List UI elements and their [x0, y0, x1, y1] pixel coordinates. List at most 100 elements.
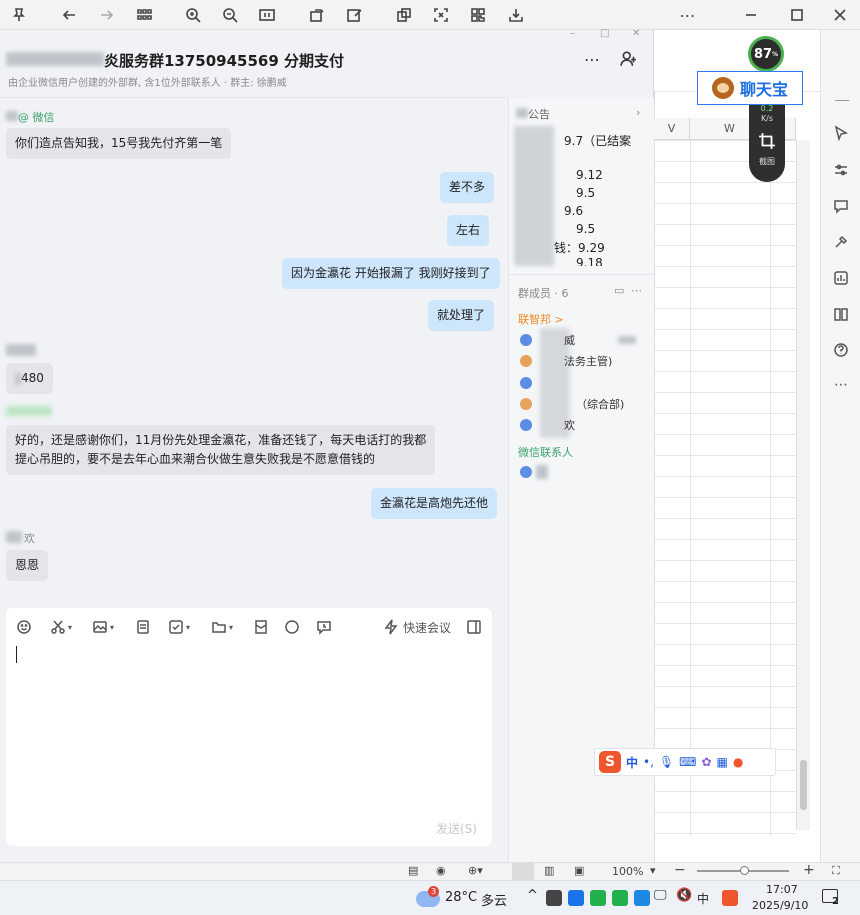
sogou-tray-icon[interactable]: [722, 890, 738, 906]
window-minimize-icon[interactable]: –: [570, 28, 575, 39]
member-item[interactable]: （综合部): [520, 395, 624, 413]
grid-icon[interactable]: [133, 4, 155, 26]
close-icon[interactable]: [829, 4, 851, 26]
window-close-icon[interactable]: ✕: [632, 28, 640, 39]
actual-size-icon[interactable]: [256, 4, 278, 26]
member-item[interactable]: 欢: [520, 416, 575, 434]
performance-ring[interactable]: 87%: [748, 36, 784, 72]
cursor-icon[interactable]: [831, 123, 851, 143]
download-icon[interactable]: [505, 4, 527, 26]
weather-text[interactable]: 多云: [481, 890, 507, 909]
collapse-icon[interactable]: [835, 100, 849, 101]
message-bubble[interactable]: 恩恩: [6, 550, 49, 581]
mascot-icon[interactable]: ●: [733, 755, 743, 769]
more-icon[interactable]: ⋯: [677, 4, 699, 26]
zoom-level[interactable]: 100%: [612, 865, 643, 878]
members-more-icon[interactable]: ⋯: [631, 284, 642, 297]
tray-app-icon[interactable]: [546, 890, 562, 906]
member-item[interactable]: [520, 374, 564, 392]
wechat-icon[interactable]: [612, 890, 628, 906]
zoom-slider-thumb[interactable]: [740, 866, 749, 875]
forward-icon[interactable]: [96, 4, 118, 26]
minimize-icon[interactable]: [740, 4, 762, 26]
member-item[interactable]: 威: [520, 331, 575, 349]
zoom-out-button[interactable]: −: [674, 862, 686, 878]
scissors-icon[interactable]: ▾: [50, 618, 72, 636]
manage-members-icon[interactable]: ▭: [614, 284, 624, 297]
more-chat-icon[interactable]: [284, 618, 300, 636]
zoom-in-button[interactable]: +: [803, 862, 815, 878]
chat-more-icon[interactable]: ⋯: [584, 50, 600, 69]
add-member-icon[interactable]: [620, 50, 640, 70]
zoom-in-icon[interactable]: [182, 4, 204, 26]
message-bubble[interactable]: 左右: [447, 215, 490, 246]
ime-mode[interactable]: 中: [626, 754, 638, 771]
member-item[interactable]: [520, 463, 548, 481]
zoom-dropdown-icon[interactable]: ▾: [650, 864, 656, 877]
quick-meeting-button[interactable]: 快速会议: [383, 618, 451, 636]
send-button[interactable]: 发送(S): [436, 820, 477, 837]
layout-icon[interactable]: ▤: [408, 864, 418, 877]
checklist-icon[interactable]: ▾: [168, 618, 190, 636]
message-bubble[interactable]: 因为金瀛花 开始报漏了 我刚好接到了: [282, 258, 500, 289]
ime-toolbar[interactable]: S 中 •, 🎙 ⌨ ✿ ▦ ●: [594, 748, 776, 776]
input-language[interactable]: 中: [697, 890, 709, 907]
message-bubble[interactable]: 金瀛花是高炮先还他: [371, 488, 498, 519]
wecom-icon[interactable]: [634, 890, 650, 906]
scrollbar-thumb[interactable]: [800, 760, 807, 810]
chat-assistant-badge[interactable]: 聊天宝: [697, 71, 803, 105]
help-icon[interactable]: [831, 340, 851, 360]
vertical-scrollbar[interactable]: [796, 140, 810, 830]
member-item[interactable]: 法务主管): [520, 352, 612, 370]
message-bubble[interactable]: 你们造点告知我，15号我先付齐第一笔: [6, 128, 232, 159]
message-composer[interactable]: [6, 608, 492, 846]
more-options-icon[interactable]: ⋯: [831, 375, 851, 395]
column-header-v[interactable]: V: [654, 118, 690, 140]
pin-icon[interactable]: [8, 4, 30, 26]
mic-icon[interactable]: 🎙: [659, 755, 674, 769]
zoom-out-icon[interactable]: [219, 4, 241, 26]
qrcode-icon[interactable]: [467, 4, 489, 26]
normal-view-icon[interactable]: [512, 863, 534, 880]
comment-icon[interactable]: [831, 196, 851, 216]
temperature[interactable]: 28°C: [445, 890, 477, 905]
edit-icon[interactable]: [343, 4, 365, 26]
clock-date[interactable]: 2025/9/10: [752, 899, 808, 912]
skin-icon[interactable]: ✿: [701, 755, 711, 769]
book-icon[interactable]: [831, 304, 851, 324]
chart-icon[interactable]: [831, 268, 851, 288]
toolbox-icon[interactable]: ▦: [717, 755, 728, 769]
location-icon[interactable]: ⊕▾: [468, 864, 483, 877]
folder-icon[interactable]: ▾: [211, 618, 233, 636]
message-bubble[interactable]: 差不多: [440, 172, 495, 203]
back-icon[interactable]: [58, 4, 80, 26]
window-maximize-icon[interactable]: □: [600, 28, 609, 39]
eye-icon[interactable]: ◉: [436, 864, 446, 877]
tray-expand-icon[interactable]: ^: [527, 888, 538, 903]
member-group-label[interactable]: 联智邦 >: [518, 311, 564, 327]
punctuation-icon[interactable]: •,: [643, 755, 654, 769]
red-packet-icon[interactable]: [253, 618, 269, 636]
rotate-icon[interactable]: [306, 4, 328, 26]
wechat-icon[interactable]: [590, 890, 606, 906]
page-view-icon[interactable]: ▥: [544, 864, 554, 877]
sliders-icon[interactable]: [831, 160, 851, 180]
tray-app-icon[interactable]: [568, 890, 584, 906]
history-icon[interactable]: [316, 618, 332, 636]
fullscreen-icon[interactable]: ⛶: [832, 864, 840, 878]
sidebar-toggle-icon[interactable]: [466, 618, 482, 636]
ocr-icon[interactable]: [430, 4, 452, 26]
keyboard-icon[interactable]: ⌨: [679, 755, 696, 769]
chevron-right-icon[interactable]: ›: [636, 106, 640, 119]
clock-time[interactable]: 17:07: [766, 883, 798, 896]
maximize-icon[interactable]: [786, 4, 808, 26]
network-icon[interactable]: 🖵: [654, 888, 667, 903]
float-panel[interactable]: 0.2 K/s 截图: [749, 100, 785, 182]
message-bubble[interactable]: 好的，还是感谢你们，11月份先处理金瀛花，准备还钱了，每天电话打的我都 提心吊胆…: [6, 425, 436, 475]
image-icon[interactable]: ▾: [92, 618, 114, 636]
message-bubble[interactable]: 480: [6, 363, 53, 394]
message-bubble[interactable]: 就处理了: [428, 300, 495, 331]
break-view-icon[interactable]: ▣: [574, 864, 584, 877]
tools-icon[interactable]: [831, 232, 851, 252]
document-icon[interactable]: [135, 618, 151, 636]
